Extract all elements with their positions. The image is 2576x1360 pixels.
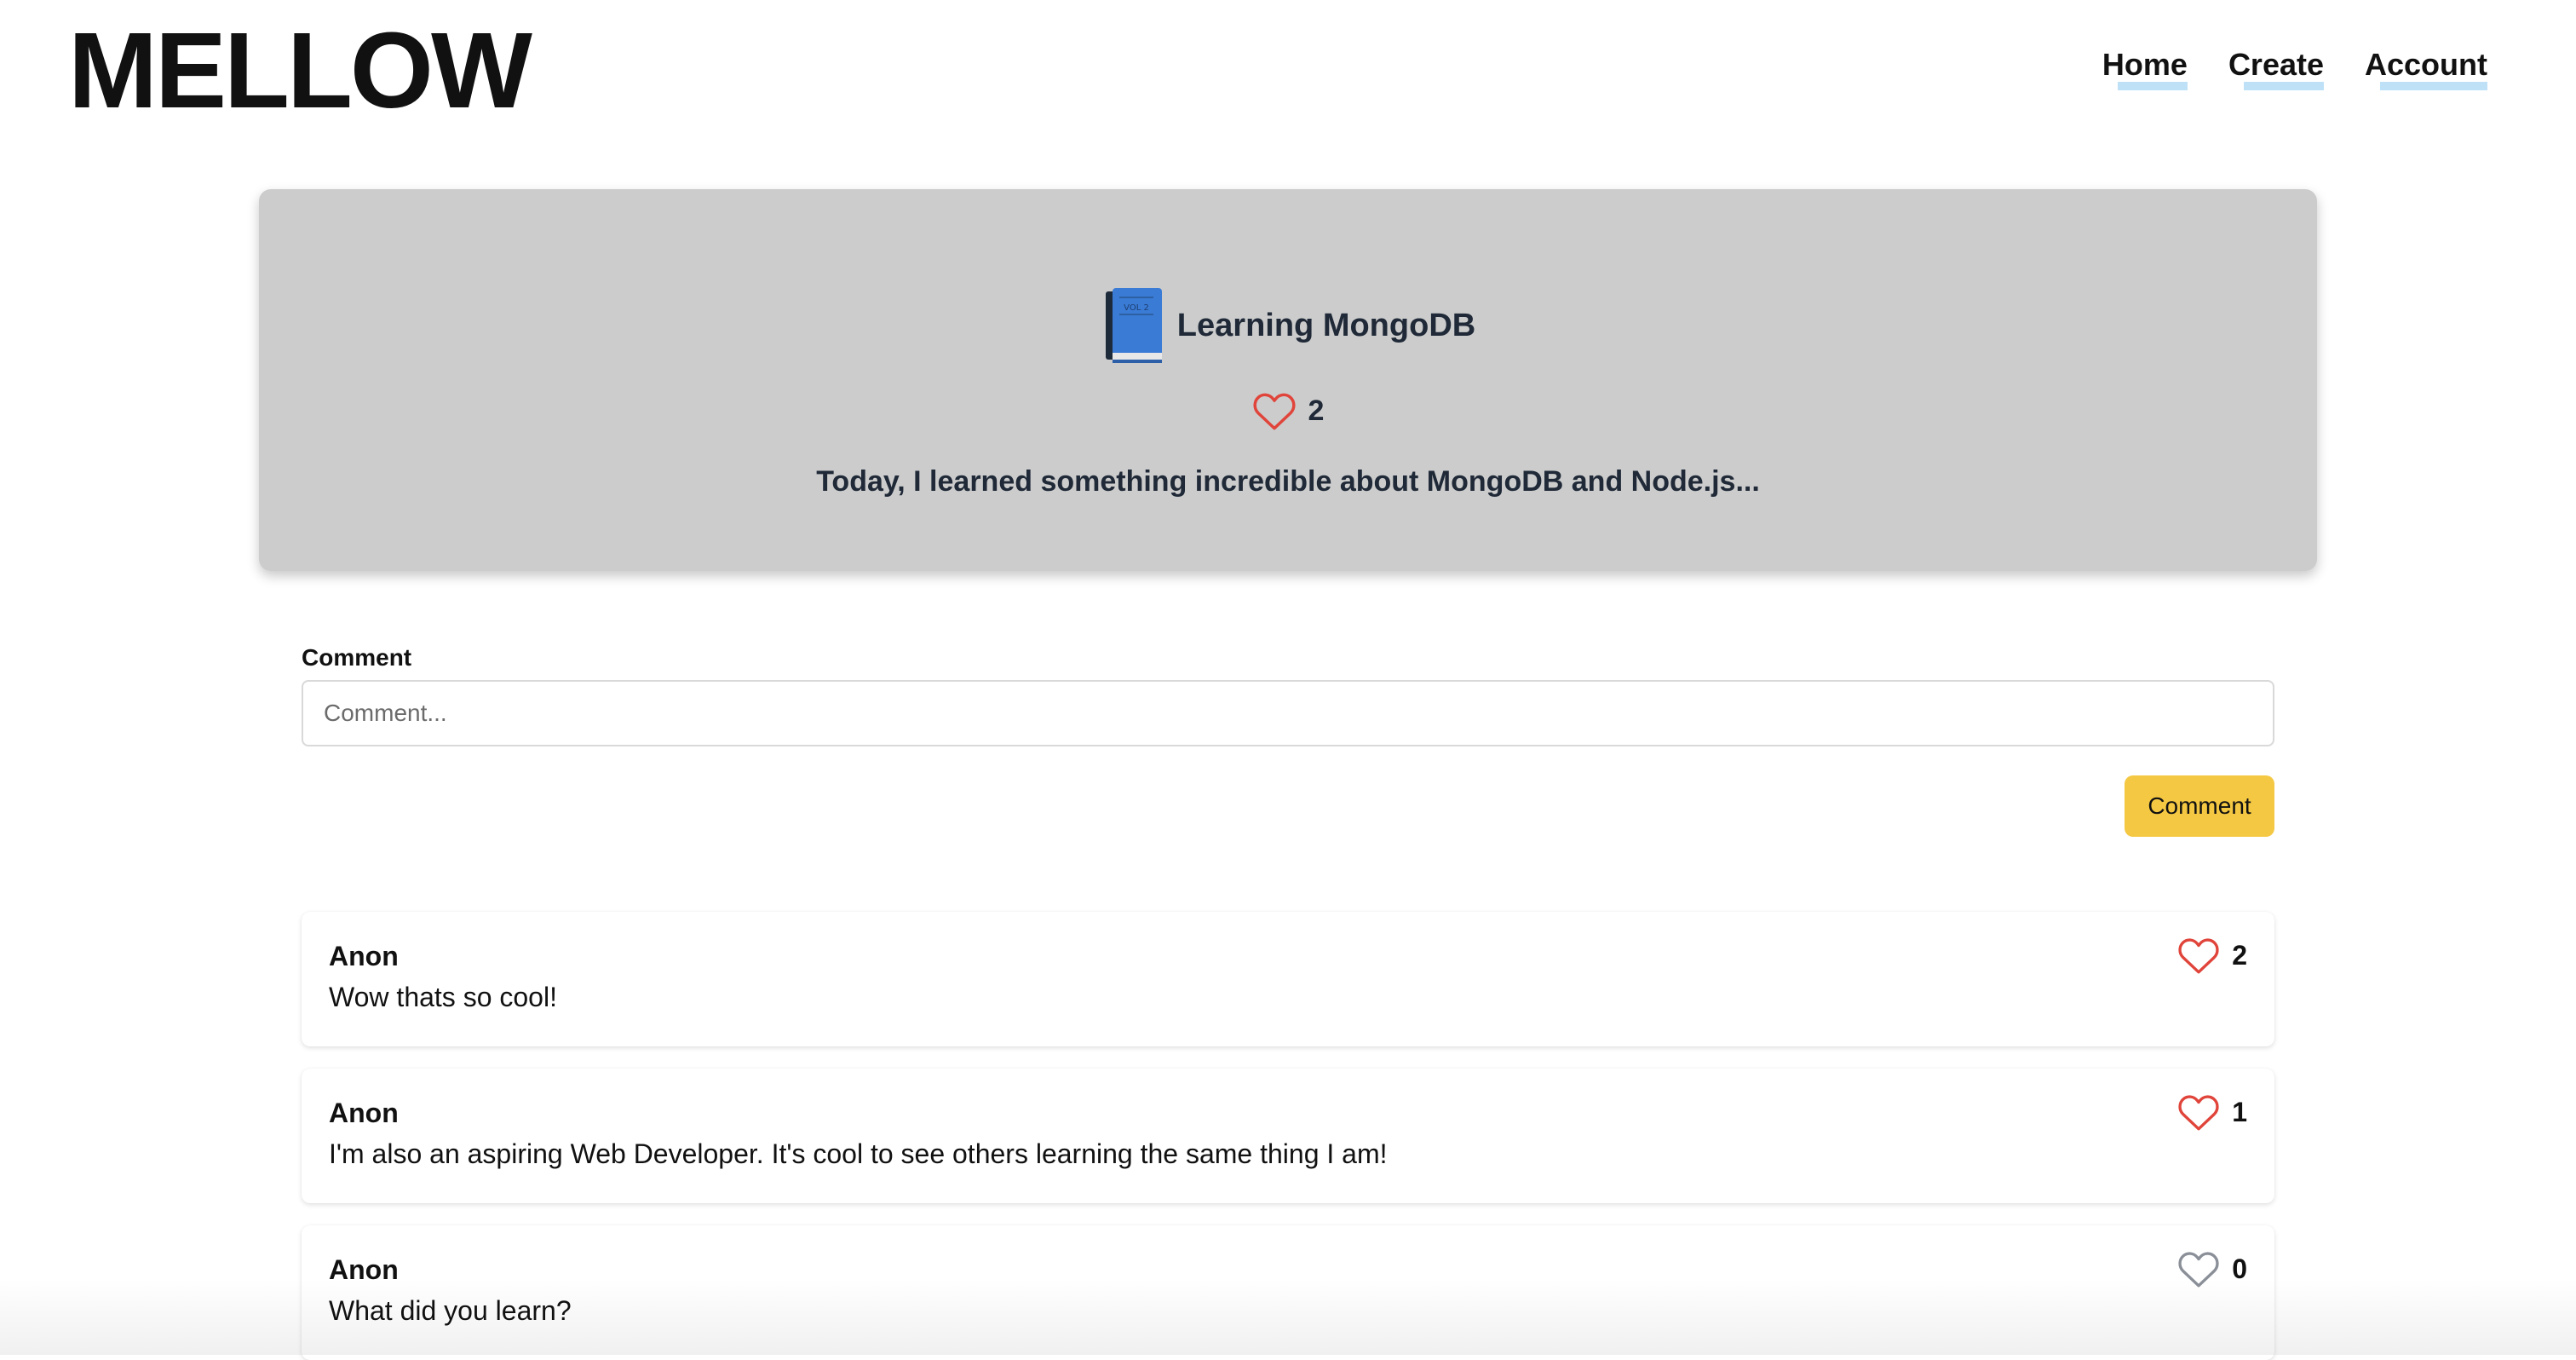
post-like-count: 2 [1308,394,1325,427]
comment-text: Wow thats so cool! [329,982,557,1012]
comment-card: Anon I'm also an aspiring Web Developer.… [302,1069,2274,1203]
book-icon-label: VOL 2 [1124,303,1149,313]
comment-author: Anon [329,1254,399,1285]
heart-icon[interactable] [1252,390,1297,431]
comment-card: Anon Wow thats so cool! 2 [302,912,2274,1046]
heart-outline-icon[interactable] [2177,1249,2220,1288]
post-title-row: VOL 2 Learning MongoDB [259,285,2317,366]
nav-account-link[interactable]: Account [2365,44,2487,90]
comment-text: I'm also an aspiring Web Developer. It's… [329,1138,1388,1169]
heart-icon[interactable] [2177,1092,2220,1132]
comment-like: 0 [2177,1249,2247,1288]
post-body: Today, I learned something incredible ab… [816,465,1760,498]
comment-author: Anon [329,941,399,971]
comment-text: What did you learn? [329,1295,572,1326]
nav-create-link[interactable]: Create [2228,44,2325,90]
book-icon: VOL 2 [1105,288,1162,363]
main-nav: Home Create Account [2102,44,2487,90]
comment-submit-button[interactable]: Comment [2125,775,2274,837]
comment-card: Anon What did you learn? 0 [302,1225,2274,1360]
post-title: Learning MongoDB [1176,307,1476,343]
post-like-row: 2 [259,390,2317,431]
heart-icon[interactable] [2177,936,2220,975]
comment-label: Comment [302,644,412,671]
comment-input[interactable] [302,680,2274,746]
nav-home-link[interactable]: Home [2102,44,2188,90]
comment-like-count: 2 [2232,939,2247,971]
logo[interactable]: MELLOW [68,7,532,135]
post-card: VOL 2 Learning MongoDB 2 Today, I learne… [259,189,2317,571]
comment-like-count: 0 [2232,1253,2247,1284]
comment-like: 2 [2177,936,2247,975]
comment-author: Anon [329,1098,399,1128]
comment-like: 1 [2177,1092,2247,1132]
comment-like-count: 1 [2232,1096,2247,1127]
